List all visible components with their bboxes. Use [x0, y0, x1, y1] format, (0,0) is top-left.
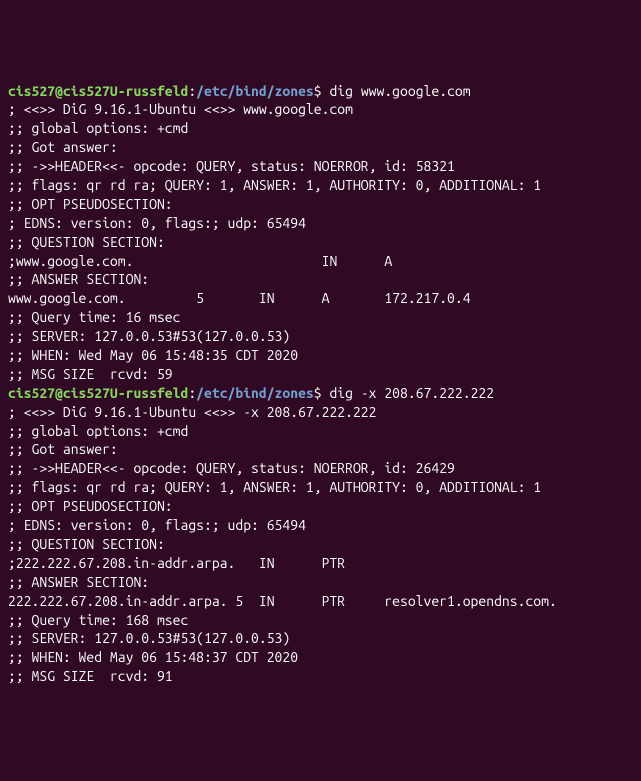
output-line: ;; flags: qr rd ra; QUERY: 1, ANSWER: 1,… [8, 478, 633, 497]
output-line: ; <<>> DiG 9.16.1-Ubuntu <<>> www.google… [8, 100, 633, 119]
output-line: ;; WHEN: Wed May 06 15:48:37 CDT 2020 [8, 648, 633, 667]
output-line: ;; QUESTION SECTION: [8, 535, 633, 554]
output-line: ;; SERVER: 127.0.0.53#53(127.0.0.53) [8, 327, 633, 346]
prompt-line-1[interactable]: cis527@cis527U-russfeld:/etc/bind/zones$… [8, 82, 633, 101]
output-line: ;; OPT PSEUDOSECTION: [8, 195, 633, 214]
path: /etc/bind/zones [196, 385, 314, 401]
output-line: ;; flags: qr rd ra; QUERY: 1, ANSWER: 1,… [8, 176, 633, 195]
command-2: dig -x 208.67.222.222 [322, 385, 494, 401]
output-line: ;; ->>HEADER<<- opcode: QUERY, status: N… [8, 459, 633, 478]
colon: : [188, 385, 196, 401]
output-line: ; EDNS: version: 0, flags:; udp: 65494 [8, 214, 633, 233]
path: /etc/bind/zones [196, 83, 314, 99]
output-line: ;; WHEN: Wed May 06 15:48:35 CDT 2020 [8, 346, 633, 365]
output-line: ;; OPT PSEUDOSECTION: [8, 497, 633, 516]
dollar: $ [314, 385, 322, 401]
output-line: ;222.222.67.208.in-addr.arpa. IN PTR [8, 554, 633, 573]
output-line: ;; QUESTION SECTION: [8, 233, 633, 252]
output-line: ;; global options: +cmd [8, 422, 633, 441]
output-line: 222.222.67.208.in-addr.arpa. 5 IN PTR re… [8, 592, 633, 611]
output-line: ;; MSG SIZE rcvd: 59 [8, 365, 633, 384]
output-line: ;; Got answer: [8, 138, 633, 157]
output-line: ;; global options: +cmd [8, 119, 633, 138]
output-line: www.google.com. 5 IN A 172.217.0.4 [8, 289, 633, 308]
output-line: ; <<>> DiG 9.16.1-Ubuntu <<>> -x 208.67.… [8, 403, 633, 422]
user-host: cis527@cis527U-russfeld [8, 385, 188, 401]
output-line: ;; Query time: 168 msec [8, 611, 633, 630]
output-line: ; EDNS: version: 0, flags:; udp: 65494 [8, 516, 633, 535]
output-line: ;; ANSWER SECTION: [8, 270, 633, 289]
output-line: ;; MSG SIZE rcvd: 91 [8, 667, 633, 686]
command-1: dig www.google.com [322, 83, 471, 99]
output-line: ;; SERVER: 127.0.0.53#53(127.0.0.53) [8, 629, 633, 648]
prompt-line-2[interactable]: cis527@cis527U-russfeld:/etc/bind/zones$… [8, 384, 633, 403]
output-line: ;; Query time: 16 msec [8, 308, 633, 327]
terminal-output: cis527@cis527U-russfeld:/etc/bind/zones$… [8, 82, 633, 687]
user-host: cis527@cis527U-russfeld [8, 83, 188, 99]
output-line: ;; Got answer: [8, 440, 633, 459]
output-line: ;www.google.com. IN A [8, 252, 633, 271]
colon: : [188, 83, 196, 99]
output-line: ;; ANSWER SECTION: [8, 573, 633, 592]
output-line: ;; ->>HEADER<<- opcode: QUERY, status: N… [8, 157, 633, 176]
dollar: $ [314, 83, 322, 99]
